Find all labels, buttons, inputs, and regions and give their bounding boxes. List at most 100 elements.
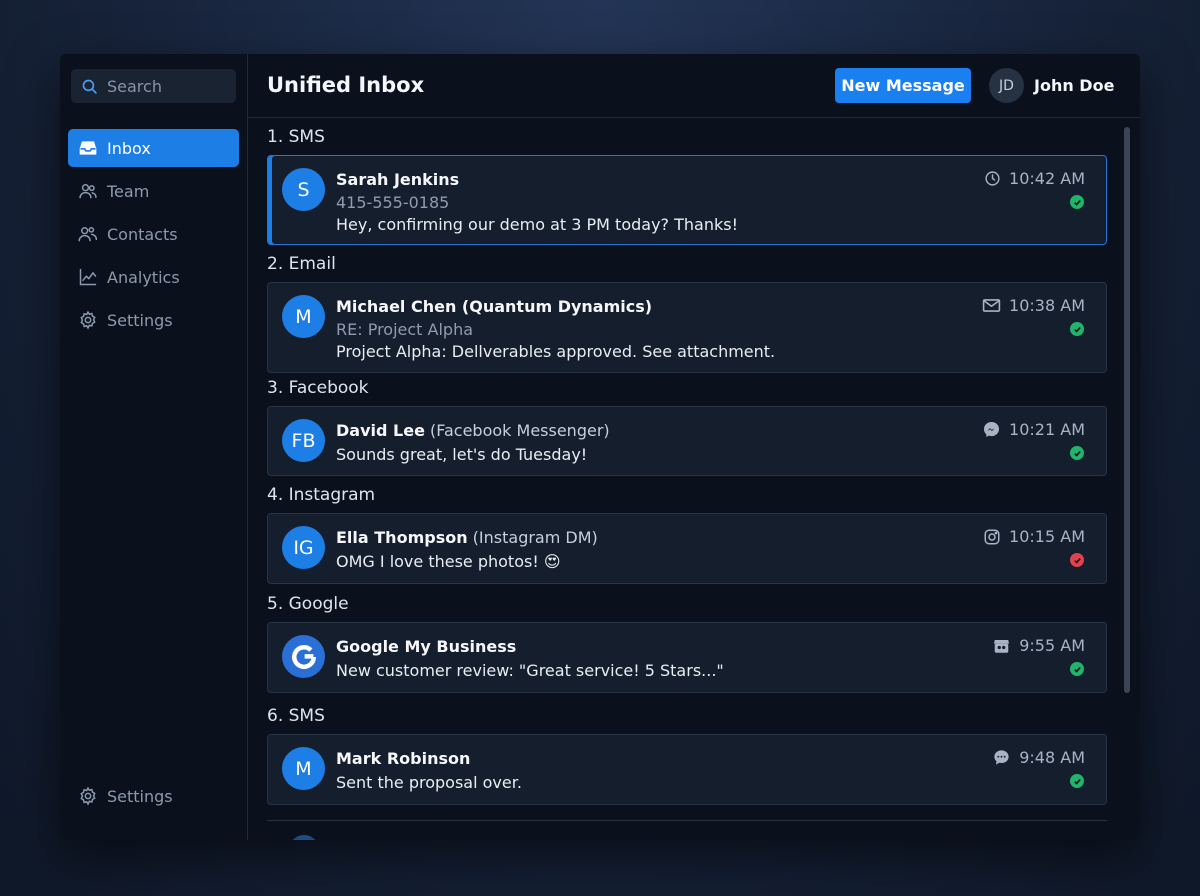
message-time: 10:21 AM bbox=[1009, 420, 1085, 439]
sender-line: Mark Robinson bbox=[336, 749, 470, 768]
sidebar-item-inbox[interactable]: Inbox bbox=[68, 129, 239, 167]
sender-name: Michael Chen (Quantum Dynamics) bbox=[336, 297, 653, 316]
user-menu[interactable]: JD John Doe bbox=[989, 68, 1114, 103]
message-meta: 10:15 AM bbox=[983, 527, 1085, 546]
sidebar-item-team[interactable]: Team bbox=[68, 172, 239, 210]
sidebar-item-settings[interactable]: Settings bbox=[68, 301, 239, 339]
sidebar-item-analytics[interactable]: Analytics bbox=[68, 258, 239, 296]
page-title: Unified Inbox bbox=[267, 73, 425, 97]
sender-line: Michael Chen (Quantum Dynamics) bbox=[336, 297, 652, 316]
message-preview: OMG I love these photos! 😍 bbox=[336, 552, 561, 571]
message-meta: 10:42 AM bbox=[984, 169, 1085, 188]
google-logo-icon bbox=[282, 635, 325, 678]
message-card[interactable]: M Michael Chen (Quantum Dynamics) RE: Pr… bbox=[267, 282, 1107, 373]
message-meta: 9:55 AM bbox=[992, 636, 1085, 655]
sender-line: David Lee (Facebook Messenger) bbox=[336, 421, 610, 440]
section-label: 2. Email bbox=[267, 254, 336, 274]
email-subject: RE: Project Alpha bbox=[336, 320, 474, 339]
gear-icon bbox=[80, 310, 96, 330]
message-preview: Sounds great, let's do Tuesday! bbox=[336, 445, 588, 464]
message-time: 10:42 AM bbox=[1009, 169, 1085, 188]
sidebar-item-label: Team bbox=[107, 181, 150, 201]
message-card[interactable]: M Mark Robinson Sent the proposal over. … bbox=[267, 734, 1107, 805]
delivered-check-icon bbox=[1070, 662, 1084, 676]
message-meta: 10:21 AM bbox=[982, 420, 1085, 439]
message-card[interactable]: S Sarah Jenkins 415-555-0185 Hey, confir… bbox=[267, 155, 1107, 245]
message-source: (Facebook Messenger) bbox=[424, 421, 610, 440]
inbox-icon bbox=[79, 141, 97, 155]
message-list: 1. SMS S Sarah Jenkins 415-555-0185 Hey,… bbox=[267, 118, 1107, 840]
instagram-icon bbox=[984, 529, 1000, 544]
sidebar-item-label: Inbox bbox=[107, 138, 151, 158]
section-label: 1. SMS bbox=[267, 127, 325, 147]
message-meta: 9:48 AM bbox=[992, 748, 1085, 767]
messenger-icon bbox=[984, 421, 1000, 438]
sender-line: Ella Thompson (Instagram DM) bbox=[336, 528, 598, 547]
message-preview: Project Alpha: Dellverables approved. Se… bbox=[336, 342, 776, 361]
sidebar-item-contacts[interactable]: Contacts bbox=[68, 215, 239, 253]
sender-name: Ella Thompson bbox=[336, 528, 468, 547]
message-preview: Hey, confirming our demo at 3 PM today? … bbox=[336, 215, 738, 234]
message-meta: 10:38 AM bbox=[982, 296, 1085, 315]
sender-name: Mark Robinson bbox=[336, 749, 471, 768]
team-icon bbox=[79, 184, 97, 199]
avatar: JD bbox=[989, 68, 1024, 103]
main-panel: Unified Inbox New Message JD John Doe 1.… bbox=[248, 54, 1140, 840]
new-message-button[interactable]: New Message bbox=[835, 68, 971, 103]
sender-line: Sarah Jenkins bbox=[336, 170, 459, 189]
analytics-icon bbox=[79, 268, 97, 286]
search-box[interactable] bbox=[71, 69, 236, 103]
section-label: 4. Instagram bbox=[267, 485, 376, 505]
avatar: FB bbox=[282, 419, 325, 462]
message-time: 10:38 AM bbox=[1009, 296, 1085, 315]
message-card[interactable]: FB David Lee (Facebook Messenger) Sounds… bbox=[267, 406, 1107, 476]
clock-icon bbox=[985, 171, 1000, 186]
avatar: S bbox=[282, 168, 325, 211]
delivered-check-icon bbox=[1070, 322, 1084, 336]
contacts-icon bbox=[78, 227, 98, 242]
avatar: M bbox=[282, 295, 325, 338]
search-icon bbox=[82, 79, 97, 94]
sender-line: Google My Business bbox=[336, 637, 516, 656]
message-card[interactable]: Google My Business New customer review: … bbox=[267, 622, 1107, 693]
delivered-check-icon bbox=[1070, 774, 1084, 788]
section-label: 6. SMS bbox=[267, 706, 325, 726]
list-divider bbox=[267, 820, 1107, 821]
message-card[interactable]: IG Ella Thompson (Instagram DM) OMG I lo… bbox=[267, 513, 1107, 584]
section-label: 3. Facebook bbox=[267, 378, 369, 398]
sidebar-item-label: Settings bbox=[107, 786, 173, 806]
avatar: IG bbox=[282, 526, 325, 569]
delivered-check-icon bbox=[1070, 195, 1084, 209]
app-window: Inbox Team Contacts Analytics Settings bbox=[60, 54, 1140, 840]
sidebar-bottom: Settings bbox=[68, 777, 239, 820]
message-time: 9:55 AM bbox=[1019, 636, 1085, 655]
sidebar-item-label: Settings bbox=[107, 310, 173, 330]
sender-name: Google My Business bbox=[336, 637, 517, 656]
sidebar-item-label: Analytics bbox=[107, 267, 180, 287]
search-input[interactable] bbox=[107, 76, 227, 96]
scrollbar[interactable] bbox=[1124, 127, 1130, 693]
sidebar: Inbox Team Contacts Analytics Settings bbox=[60, 54, 248, 840]
message-time: 10:15 AM bbox=[1009, 527, 1085, 546]
user-name: John Doe bbox=[1034, 76, 1115, 95]
message-time: 9:48 AM bbox=[1019, 748, 1085, 767]
message-preview: New customer review: "Great service! 5 S… bbox=[336, 661, 724, 680]
header: Unified Inbox New Message JD John Doe bbox=[248, 54, 1140, 118]
avatar bbox=[289, 835, 319, 840]
sidebar-item-label: Contacts bbox=[107, 224, 178, 244]
sidebar-nav: Inbox Team Contacts Analytics Settings bbox=[68, 129, 239, 344]
avatar: M bbox=[282, 747, 325, 790]
message-preview: Sent the proposal over. bbox=[336, 773, 522, 792]
sender-name: David Lee bbox=[336, 421, 425, 440]
mail-icon bbox=[982, 299, 1001, 312]
store-icon bbox=[994, 639, 1010, 653]
section-label: 5. Google bbox=[267, 594, 349, 614]
sidebar-item-settings-bottom[interactable]: Settings bbox=[68, 777, 239, 815]
sender-phone: 415-555-0185 bbox=[336, 193, 450, 212]
delivered-check-icon bbox=[1070, 446, 1084, 460]
chat-bubble-icon bbox=[994, 750, 1009, 765]
failed-status-icon bbox=[1070, 553, 1084, 567]
sender-name: Sarah Jenkins bbox=[336, 170, 460, 189]
message-source: (Instagram DM) bbox=[467, 528, 598, 547]
gear-icon bbox=[80, 786, 96, 806]
